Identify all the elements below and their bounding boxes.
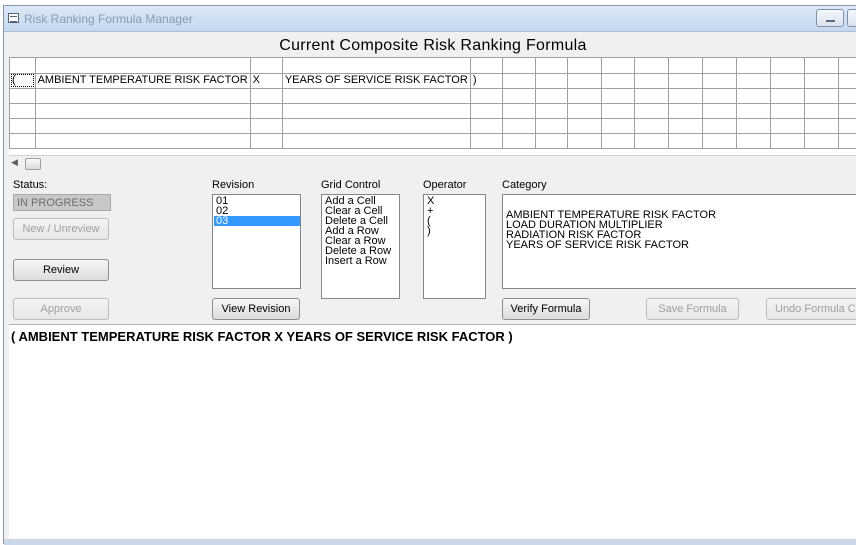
grid-cell[interactable] (669, 58, 703, 73)
grid-control-label: Grid Control (321, 179, 380, 191)
minimize-button[interactable] (816, 9, 844, 27)
revision-list[interactable]: 01 02 03 (212, 194, 301, 289)
window-title: Risk Ranking Formula Manager (24, 12, 193, 26)
grid-cell[interactable] (503, 58, 535, 73)
grid-row[interactable] (10, 118, 856, 133)
verify-formula-button[interactable]: Verify Formula (502, 298, 590, 320)
revision-item-selected[interactable]: 03 (214, 216, 300, 226)
app-window: Risk Ranking Formula Manager Current Com… (3, 5, 856, 544)
grid-cell[interactable] (35, 58, 250, 73)
grid-cell[interactable] (771, 73, 805, 88)
grid-cell[interactable] (567, 73, 601, 88)
grid-cell[interactable] (10, 58, 36, 73)
grid-cell[interactable] (804, 58, 838, 73)
grid-cell[interactable] (601, 58, 635, 73)
new-unreview-button[interactable]: New / Unreview (13, 218, 109, 240)
operator-item[interactable]: ) (425, 226, 485, 236)
grid-cell[interactable] (703, 58, 737, 73)
grid-cell[interactable] (669, 73, 703, 88)
grid-cell[interactable] (804, 73, 838, 88)
grid-cell[interactable] (737, 73, 771, 88)
grid-cell[interactable] (567, 58, 601, 73)
grid-cell[interactable] (635, 58, 669, 73)
grid-row[interactable] (10, 58, 856, 73)
save-formula-button[interactable]: Save Formula (646, 298, 739, 320)
grid-row[interactable]: ( AMBIENT TEMPERATURE RISK FACTOR X YEAR… (10, 73, 856, 88)
grid-cell[interactable] (535, 73, 567, 88)
grid-cell[interactable] (703, 73, 737, 88)
operator-item[interactable]: + (425, 206, 485, 216)
status-field: IN PROGRESS (13, 194, 111, 211)
grid-row[interactable] (10, 103, 856, 118)
undo-formula-button[interactable]: Undo Formula C (766, 298, 856, 320)
grid-cell[interactable] (601, 73, 635, 88)
grid-cell[interactable] (282, 58, 470, 73)
operator-label: Operator (423, 179, 466, 191)
review-button[interactable]: Review (13, 259, 109, 281)
grid-control-item[interactable]: Insert a Row (323, 256, 399, 266)
grid-cell[interactable] (838, 73, 856, 88)
grid-cell[interactable] (503, 73, 535, 88)
grid-cell[interactable]: YEARS OF SERVICE RISK FACTOR (282, 73, 470, 88)
grid-row[interactable] (10, 88, 856, 103)
grid-cell-selected[interactable]: ( (10, 73, 36, 88)
grid-cell[interactable] (737, 58, 771, 73)
grid-cell[interactable] (250, 58, 282, 73)
formula-display: ( AMBIENT TEMPERATURE RISK FACTOR X YEAR… (9, 324, 856, 539)
category-label: Category (502, 179, 547, 191)
grid-row[interactable] (10, 133, 856, 148)
close-button[interactable] (847, 9, 856, 27)
grid-cell[interactable] (838, 58, 856, 73)
scroll-left-icon[interactable]: ◀ (11, 157, 18, 168)
scroll-thumb[interactable] (25, 158, 41, 170)
title-bar[interactable]: Risk Ranking Formula Manager (4, 6, 856, 32)
grid-cell[interactable]: ) (470, 73, 503, 88)
grid-cell[interactable] (535, 58, 567, 73)
category-item[interactable]: YEARS OF SERVICE RISK FACTOR (504, 240, 856, 250)
grid-cell[interactable]: AMBIENT TEMPERATURE RISK FACTOR (35, 73, 250, 88)
operator-list[interactable]: X + ( ) (423, 194, 486, 299)
app-icon (8, 13, 19, 23)
revision-label: Revision (212, 179, 254, 191)
category-list[interactable]: AMBIENT TEMPERATURE RISK FACTOR LOAD DUR… (502, 194, 856, 289)
grid-cell[interactable]: X (250, 73, 282, 88)
grid-cell[interactable] (470, 58, 503, 73)
grid-title: Current Composite Risk Ranking Formula (9, 37, 856, 55)
grid-cell[interactable] (635, 73, 669, 88)
formula-grid[interactable]: ( AMBIENT TEMPERATURE RISK FACTOR X YEAR… (9, 57, 856, 155)
grid-cell[interactable] (771, 58, 805, 73)
operator-item[interactable]: X (425, 196, 485, 206)
view-revision-button[interactable]: View Revision (212, 298, 300, 320)
operator-item[interactable]: ( (425, 216, 485, 226)
status-label: Status: (13, 179, 47, 191)
grid-control-list[interactable]: Add a Cell Clear a Cell Delete a Cell Ad… (321, 194, 400, 299)
window-frame-bottom (4, 539, 856, 545)
approve-button[interactable]: Approve (13, 298, 109, 320)
horizontal-scrollbar[interactable]: ◀ (9, 155, 856, 171)
client-area: Current Composite Risk Ranking Formula (… (9, 32, 856, 539)
